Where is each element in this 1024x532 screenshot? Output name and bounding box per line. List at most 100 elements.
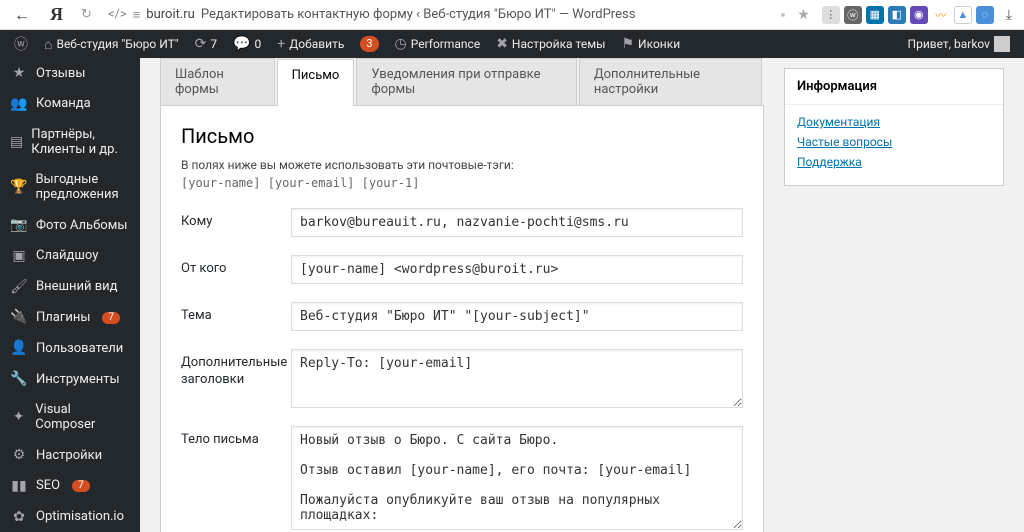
site-name-link[interactable]: ⌂ Веб-студия "Бюро ИТ" [36,30,187,58]
menu-partners[interactable]: ▤Партнёры, Клиенты и др. [0,120,140,165]
menu-optimisation[interactable]: ✿ Optimisation.io [0,502,140,532]
reader-icon: ≡ [133,7,141,23]
panel-heading: Письмо [181,124,743,148]
plugins-badge: 7 [102,312,120,324]
ext-icon-6[interactable]: 〰 [932,6,950,24]
gear-icon: ✿ [10,509,28,526]
subject-input[interactable] [291,302,743,331]
menu-team[interactable]: 👥 Команда [0,89,140,120]
support-link[interactable]: Поддержка [797,155,991,169]
add-new-label: Добавить [289,37,344,51]
ext-icon-8[interactable]: ◌ [976,6,994,24]
back-button[interactable]: ← [8,5,36,25]
icons-label: Иконки [638,37,680,51]
tab-additional[interactable]: Дополнительные настройки [579,58,762,105]
menu-label: Выгодные предложения [35,172,130,203]
menu-appearance[interactable]: 🖌 Внешний вид [0,272,140,303]
site-name: Веб-студия "Бюро ИТ" [56,37,178,51]
brush-icon: 🖌 [10,279,28,296]
from-input[interactable] [291,255,743,284]
menu-label: Команда [36,96,91,112]
wp-admin-bar: ⓦ ⌂Веб-студия "Бюро ИТ" ⟳7 💬0 +Добавить … [0,30,1024,58]
menu-reviews[interactable]: ★Отзывы [0,58,140,89]
book-icon: ▤ [10,134,23,151]
menu-plugins[interactable]: 🔌 Плагины 7 [0,302,140,333]
notif-count: 3 [360,36,378,52]
address-bar[interactable]: </> ≡ buroit.ru Редактировать контактную… [104,7,773,23]
menu-settings[interactable]: ⚙ Настройки [0,440,140,471]
wordpress-ext-icon[interactable]: ⓦ [844,6,862,24]
flag-icon: ⚑ [621,36,634,52]
gauge-icon: ◷ [395,36,407,52]
docs-link[interactable]: Документация [797,115,991,129]
comments-link[interactable]: 💬0 [225,30,269,58]
tab-form[interactable]: Шаблон формы [160,58,275,105]
updates-count: 7 [210,37,217,51]
mail-hint: В полях ниже вы можете использовать эти … [181,158,743,172]
ext-icon-1[interactable]: ⋮ [822,6,840,24]
body-textarea[interactable] [291,426,743,530]
to-input[interactable] [291,208,743,237]
menu-users[interactable]: 👤 Пользователи [0,333,140,364]
notifications[interactable]: 3 [352,30,386,58]
reload-button[interactable]: ↻ [77,7,96,22]
users-icon: 👥 [10,96,28,113]
ext-icon-4[interactable]: ◧ [888,6,906,24]
mail-tags: [your-name] [your-email] [your-1] [181,176,743,190]
plus-icon: + [277,36,285,52]
menu-seo[interactable]: ▮▮SEO7 [0,471,140,502]
settings-icon: ⚙ [10,447,28,464]
menu-label: Внешний вид [36,279,118,295]
account-link[interactable]: Привет, barkov [900,30,1018,58]
menu-label: Инструменты [36,372,120,388]
updates-icon: ⟳ [195,36,207,52]
avatar [994,36,1010,52]
headers-textarea[interactable] [291,349,743,408]
tools-icon: 🔧 [10,371,28,388]
menu-label: Visual Composer [35,402,130,433]
menu-label: Фото Альбомы [36,218,127,234]
to-label: Кому [181,208,291,231]
lock-icon: ▪ [781,7,786,23]
bookmark-star-icon[interactable]: ★ [793,7,814,23]
performance-label: Performance [411,37,480,51]
performance-link[interactable]: ◷ Performance [387,30,489,58]
info-title: Информация [785,69,1003,105]
tab-messages[interactable]: Уведомления при отправке формы [356,58,577,105]
extension-icons: ⋮ ⓦ ▦ ◧ ◉ 〰 ▲ ◌ [822,6,994,24]
updates-link[interactable]: ⟳7 [187,30,225,58]
menu-tools[interactable]: 🔧 Инструменты [0,364,140,395]
comments-count: 0 [255,37,262,51]
yandex-logo[interactable]: Я [44,4,69,25]
menu-slideshow[interactable]: ▣Слайдшоу [0,241,140,272]
browser-toolbar: ← Я ↻ </> ≡ buroit.ru Редактировать конт… [0,0,1024,30]
from-label: От кого [181,255,291,278]
menu-offers[interactable]: 🏆Выгодные предложения [0,165,140,210]
menu-label: Пользователи [36,341,123,357]
main-panel: Шаблон формы Письмо Уведомления при отпр… [160,58,764,532]
seo-badge: 7 [72,480,90,492]
home-icon: ⌂ [44,36,52,53]
faq-link[interactable]: Частые вопросы [797,135,991,149]
menu-label: Плагины [36,310,90,326]
ext-icon-3[interactable]: ▦ [866,6,884,24]
ext-icon-7[interactable]: ▲ [954,6,972,24]
menu-label: SEO [36,478,60,494]
info-box: Информация Документация Частые вопросы П… [784,68,1004,186]
menu-label: Optimisation.io [36,509,124,525]
wp-logo[interactable]: ⓦ [6,30,36,58]
theme-settings-link[interactable]: ✖Настройка темы [488,30,613,58]
wordpress-icon: ⓦ [14,34,28,54]
ext-icon-5[interactable]: ◉ [910,6,928,24]
menu-label: Настройки [36,448,102,464]
slideshow-icon: ▣ [10,248,28,265]
user-icon: 👤 [10,340,28,357]
tab-mail[interactable]: Письмо [277,59,355,106]
downloads-icon[interactable]: ⤓ [1002,7,1016,23]
menu-albums[interactable]: 📷Фото Альбомы [0,210,140,241]
add-new-link[interactable]: + Добавить [269,30,352,58]
menu-vc[interactable]: ✦Visual Composer [0,395,140,440]
plugin-icon: 🔌 [10,309,28,326]
content-area: Шаблон формы Письмо Уведомления при отпр… [140,58,1024,532]
icons-link[interactable]: ⚑ Иконки [613,30,688,58]
